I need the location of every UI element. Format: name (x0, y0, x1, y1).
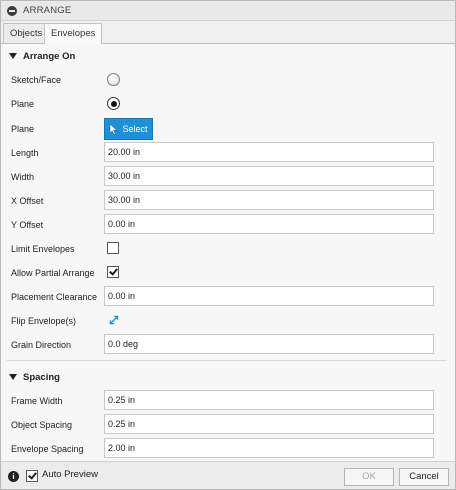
limit-envelopes-checkbox[interactable] (107, 242, 119, 254)
minus-circle-icon[interactable] (7, 5, 17, 16)
placement-clearance-label: Placement Clearance (11, 292, 98, 302)
object-spacing-input[interactable] (104, 414, 434, 434)
width-label: Width (11, 172, 35, 182)
row-flip-envelope: Flip Envelope(s) (1, 310, 455, 332)
frame-width-label: Frame Width (11, 396, 63, 406)
frame-width-input[interactable] (104, 390, 434, 410)
row-placement-clearance: Placement Clearance (1, 286, 455, 308)
envelope-spacing-label: Envelope Spacing (11, 444, 84, 454)
cursor-arrow-icon (110, 123, 118, 135)
plane-radio[interactable] (107, 97, 120, 110)
section-spacing-title: Spacing (23, 371, 60, 383)
limit-envelopes-label: Limit Envelopes (11, 244, 75, 254)
row-limit-envelopes: Limit Envelopes (1, 238, 455, 260)
row-object-spacing: Object Spacing (1, 414, 455, 436)
placement-clearance-input[interactable] (104, 286, 434, 306)
row-grain-direction: Grain Direction (1, 334, 455, 356)
section-arrange-on[interactable]: Arrange On (1, 46, 455, 66)
object-spacing-label: Object Spacing (11, 420, 73, 430)
dialog-title: ARRANGE (23, 5, 72, 16)
auto-preview-checkbox[interactable] (26, 470, 38, 482)
row-length: Length (1, 142, 455, 164)
x-offset-label: X Offset (11, 196, 44, 206)
width-input[interactable] (104, 166, 434, 186)
tab-envelopes[interactable]: Envelopes (44, 23, 103, 44)
plane-select-label: Plane (11, 124, 35, 134)
length-label: Length (11, 148, 39, 158)
cancel-button[interactable]: Cancel (399, 468, 449, 486)
length-input[interactable] (104, 142, 434, 162)
section-divider (7, 360, 447, 361)
triangle-down-icon[interactable] (9, 374, 17, 380)
row-plane-select: Plane Select (1, 118, 455, 140)
row-width: Width (1, 166, 455, 188)
select-button[interactable]: Select (104, 118, 153, 140)
arrange-dialog: ARRANGE Objects Envelopes Arrange On Ske… (0, 0, 456, 490)
footer-bar: i Auto Preview OK Cancel (1, 461, 455, 489)
info-icon[interactable]: i (8, 471, 19, 482)
select-button-label: Select (122, 124, 148, 134)
triangle-down-icon[interactable] (9, 53, 17, 59)
plane-radio-label: Plane (11, 99, 35, 109)
section-arrange-on-title: Arrange On (23, 50, 76, 62)
tab-bar: Objects Envelopes (1, 21, 455, 44)
ok-button[interactable]: OK (344, 468, 394, 486)
tab-objects[interactable]: Objects (3, 23, 50, 43)
flip-arrows-icon[interactable] (108, 314, 120, 326)
sketch-face-radio[interactable] (107, 73, 120, 86)
row-x-offset: X Offset (1, 190, 455, 212)
sketch-face-label: Sketch/Face (11, 75, 62, 85)
row-plane-radio: Plane (1, 93, 455, 115)
auto-preview-label: Auto Preview (42, 469, 98, 480)
row-envelope-spacing: Envelope Spacing (1, 438, 455, 460)
allow-partial-label: Allow Partial Arrange (11, 268, 95, 278)
title-bar[interactable]: ARRANGE (1, 1, 455, 21)
row-frame-width: Frame Width (1, 390, 455, 412)
y-offset-input[interactable] (104, 214, 434, 234)
flip-envelope-label: Flip Envelope(s) (11, 316, 77, 326)
envelope-spacing-input[interactable] (104, 438, 434, 458)
allow-partial-checkbox[interactable] (107, 266, 119, 278)
grain-direction-input[interactable] (104, 334, 434, 354)
row-sketch-face: Sketch/Face (1, 69, 455, 91)
row-y-offset: Y Offset (1, 214, 455, 236)
row-allow-partial: Allow Partial Arrange (1, 262, 455, 284)
grain-direction-label: Grain Direction (11, 340, 72, 350)
section-spacing[interactable]: Spacing (1, 367, 455, 387)
x-offset-input[interactable] (104, 190, 434, 210)
y-offset-label: Y Offset (11, 220, 44, 230)
